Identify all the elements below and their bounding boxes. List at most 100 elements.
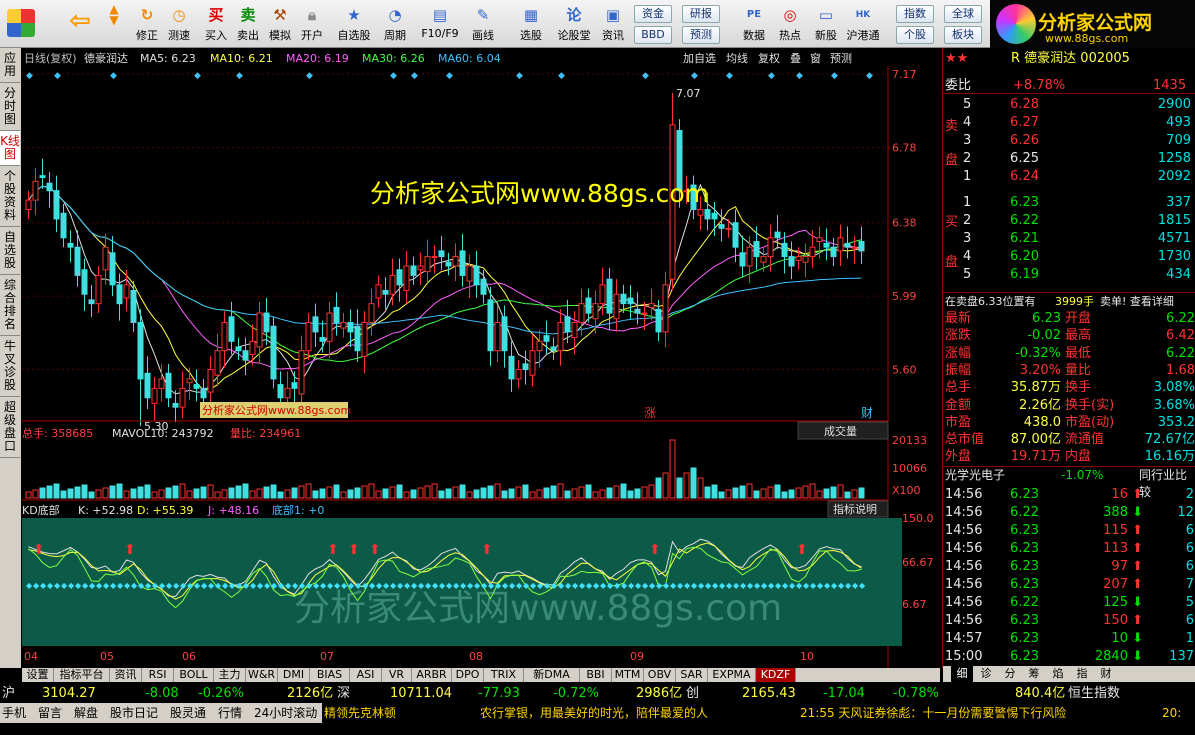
chip-index[interactable]: 指数 [896, 5, 934, 23]
right-tab[interactable]: 细 [951, 666, 973, 682]
nav-profile[interactable]: 个股资料 [0, 166, 20, 227]
watchlist-button[interactable]: ★ 自选股 [334, 3, 374, 45]
forum-button[interactable]: 论论股堂 [554, 3, 594, 45]
volume-bar [690, 467, 697, 499]
stat-row: 最新 6.23 开盘 6.22 [945, 311, 1195, 326]
simulate-button[interactable]: ⚒ 模拟 [263, 3, 297, 45]
indicator-tab[interactable]: 设置 [22, 668, 54, 682]
home-button[interactable] [4, 3, 38, 45]
chip-funds[interactable]: 资金 [634, 5, 672, 23]
indicator-tab[interactable]: BIAS [310, 668, 350, 682]
draw-line-button[interactable]: ✎ 画线 [466, 3, 500, 45]
forecast-button[interactable]: 预测 [830, 52, 852, 65]
kd-dot: ◆ [404, 581, 411, 590]
industry-row[interactable]: 光学光电子 -1.07% 同行业比较 [943, 466, 1195, 499]
right-tab[interactable]: 财 [1095, 666, 1117, 682]
open-account-button[interactable]: 🔒︎ 开户 [295, 3, 329, 45]
nav-intraday[interactable]: 分时图 [0, 83, 20, 131]
status-item[interactable]: 股灵通 [170, 703, 206, 723]
volume-bar [123, 490, 130, 499]
status-item[interactable]: 解盘 [74, 703, 98, 723]
f10-button[interactable]: ▤ F10/F9 [418, 3, 462, 45]
candle-body [179, 387, 186, 408]
news-ticker[interactable]: 精领先克林顿 农行掌银，用最美好的时光，陪伴最爱的人 21:55 天风证券徐彪：… [322, 703, 1195, 723]
kd-dot: ◆ [684, 581, 691, 590]
indicator-tab[interactable]: DPO [452, 668, 484, 682]
indicator-tab[interactable]: W&R [246, 668, 278, 682]
right-tab[interactable]: 焰 [1047, 666, 1069, 682]
chip-global[interactable]: 全球 [944, 5, 982, 23]
status-item[interactable]: 股市日记 [110, 703, 158, 723]
sell-button[interactable]: 卖卖出 [231, 3, 265, 45]
chip-stock[interactable]: 个股 [896, 26, 934, 44]
status-item[interactable]: 行情 [218, 703, 242, 723]
revise-button[interactable]: ↻ 修正 [130, 3, 164, 45]
speedtest-button[interactable]: ◷ 测速 [162, 3, 196, 45]
indicator-tab[interactable]: DMI [278, 668, 310, 682]
indicator-tab[interactable]: ASI [350, 668, 382, 682]
candle-body [557, 321, 564, 352]
indicator-tab[interactable]: VR [382, 668, 412, 682]
chip-bbd[interactable]: BBD [634, 26, 672, 44]
nav-apps[interactable]: 应用 [0, 48, 20, 83]
indicator-tab[interactable]: KDZF [756, 668, 796, 682]
indicator-tab[interactable]: 新DMA [524, 668, 580, 682]
volume-bar [312, 490, 319, 499]
indicator-tab[interactable]: 资讯 [110, 668, 142, 682]
nav-watchlist[interactable]: 自选股 [0, 227, 20, 275]
kline-chart[interactable]: 日线(复权) 德豪润达 MA5: 6.23 MA10: 6.21 MA20: 6… [22, 48, 940, 668]
add-watch-button[interactable]: 加自选 [683, 52, 716, 65]
info-row[interactable]: 在卖盘6.33位置有 3999手 卖单! 查看详细 [943, 292, 1195, 309]
indicator-tab[interactable]: OBV [644, 668, 676, 682]
kd-dot: ◆ [859, 581, 866, 590]
new-stock-button[interactable]: ▭ 新股 [809, 3, 843, 45]
kd-dot: ◆ [89, 581, 96, 590]
nav-diagnosis[interactable]: 牛叉诊股 [0, 336, 20, 397]
candle-body [347, 321, 354, 333]
indicator-tab[interactable]: ARBR [412, 668, 452, 682]
hk-connect-button[interactable]: HK 沪港通 [843, 3, 883, 45]
nav-kline[interactable]: K线图 [0, 131, 20, 166]
candle-body [424, 256, 431, 273]
chip-sector[interactable]: 板块 [944, 26, 982, 44]
stock-picker-button[interactable]: ▦ 选股 [514, 3, 548, 45]
up-down-button[interactable]: ▲ ▼ [100, 3, 128, 45]
kd-up-arrow-icon: ⬆ [481, 542, 493, 558]
nav-super[interactable]: 超级盘口 [0, 397, 20, 458]
indicator-tab[interactable]: 指标平台 [54, 668, 110, 682]
chip-forecast[interactable]: 预测 [682, 26, 720, 44]
volume-bar [795, 487, 802, 499]
right-tab[interactable]: 指 [1071, 666, 1093, 682]
period-button[interactable]: ◔ 周期 [378, 3, 412, 45]
nav-ranking[interactable]: 综合排名 [0, 275, 20, 336]
indicator-tab[interactable]: RSI [142, 668, 174, 682]
news-button[interactable]: ▣ 资讯 [596, 3, 630, 45]
volume-bar [809, 483, 816, 499]
back-button[interactable]: ⇦ [60, 3, 100, 45]
indicator-tab[interactable]: TRIX [484, 668, 524, 682]
status-item[interactable]: 24小时滚动 [254, 703, 317, 723]
indicator-tab[interactable]: BBI [580, 668, 612, 682]
buy-button[interactable]: 买买入 [199, 3, 233, 45]
data-button[interactable]: PE 数据 [737, 3, 771, 45]
kd-j: J: +48.16 [207, 504, 259, 517]
ma-button[interactable]: 均线 [726, 51, 748, 65]
indicator-tab[interactable]: BOLL [174, 668, 214, 682]
window-button[interactable]: 窗 [810, 51, 821, 65]
chip-research[interactable]: 研报 [682, 5, 720, 23]
kd-dot: ◆ [768, 581, 775, 590]
restore-button[interactable]: 复权 [758, 51, 780, 65]
hotspot-button[interactable]: ◎ 热点 [773, 3, 807, 45]
indicator-tab[interactable]: EXPMA [708, 668, 756, 682]
right-tab[interactable]: 筹 [1023, 666, 1045, 682]
indicator-tab[interactable]: MTM [612, 668, 644, 682]
status-item[interactable]: 留言 [38, 703, 62, 723]
overlay-button[interactable]: 叠 [790, 52, 801, 65]
right-tab[interactable]: 诊 [975, 666, 997, 682]
diamond-icon: ◆ [642, 71, 649, 81]
right-tab[interactable]: 分 [999, 666, 1021, 682]
status-item[interactable]: 手机 [2, 703, 26, 723]
indicator-tab[interactable]: SAR [676, 668, 708, 682]
indicator-tab[interactable]: 主力 [214, 668, 246, 682]
candle-body [466, 265, 473, 282]
